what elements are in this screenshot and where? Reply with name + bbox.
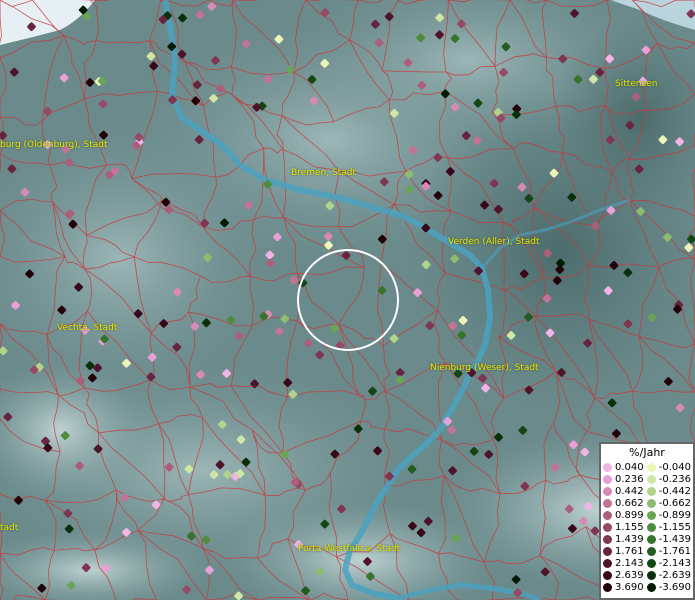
legend-row-pos: 0.899 — [603, 509, 644, 521]
legend-value: 1.155 — [615, 521, 644, 533]
legend-value: -0.899 — [658, 509, 691, 521]
legend-row-neg: -2.143 — [646, 557, 691, 569]
legend-swatch — [603, 582, 612, 592]
place-label-vechta: Vechta, Stadt — [57, 323, 118, 333]
map-base — [0, 0, 695, 600]
legend-swatch — [646, 546, 656, 556]
map-view[interactable]: burg (Oldenburg), Stadt Bremen, Stadt Si… — [0, 0, 695, 600]
legend-row-neg: -1.155 — [646, 521, 691, 533]
legend-swatch — [603, 462, 612, 472]
legend-value: -0.236 — [658, 473, 691, 485]
legend-value: 2.143 — [615, 557, 644, 569]
legend-swatch — [603, 474, 612, 484]
legend-value: -2.639 — [658, 569, 691, 581]
legend-swatch — [646, 474, 656, 484]
legend-title: %/Jahr — [629, 446, 665, 459]
legend-row-pos: 1.155 — [603, 521, 644, 533]
legend-swatch — [646, 510, 656, 520]
legend-negative-column: -0.040 -0.236 -0.442 -0.662 -0.899 -1.15… — [646, 461, 691, 593]
map-legend: %/Jahr 0.040 0.236 0.442 0.662 0.899 1.1… — [599, 442, 695, 600]
legend-swatch — [603, 498, 612, 508]
legend-row-neg: -0.662 — [646, 497, 691, 509]
legend-value: -1.155 — [658, 521, 691, 533]
legend-row-neg: -1.439 — [646, 533, 691, 545]
legend-swatch — [603, 570, 612, 580]
place-label-oldenburg: burg (Oldenburg), Stadt — [0, 140, 108, 150]
legend-swatch — [646, 570, 656, 580]
place-label-porta-westfalica: Porta Westfalica, Stadt — [298, 544, 401, 554]
legend-row-neg: -1.761 — [646, 545, 691, 557]
legend-value: -1.439 — [658, 533, 691, 545]
legend-row-pos: 1.761 — [603, 545, 644, 557]
legend-swatch — [603, 546, 612, 556]
legend-value: 0.442 — [615, 485, 644, 497]
legend-value: 1.761 — [615, 545, 644, 557]
legend-value: -0.040 — [658, 461, 691, 473]
legend-row-pos: 3.690 — [603, 581, 644, 593]
legend-value: -1.761 — [658, 545, 691, 557]
legend-value: 0.662 — [615, 497, 644, 509]
legend-swatch — [603, 534, 612, 544]
place-label-bremen: Bremen, Stadt — [291, 168, 356, 178]
legend-row-neg: -0.236 — [646, 473, 691, 485]
legend-row-neg: -0.442 — [646, 485, 691, 497]
place-label-sittensen: Sittensen — [615, 79, 658, 89]
legend-value: 3.690 — [615, 581, 644, 593]
legend-row-pos: 0.236 — [603, 473, 644, 485]
legend-row-pos: 2.639 — [603, 569, 644, 581]
legend-swatch — [646, 558, 656, 568]
place-label-nienburg: Nienburg (Weser), Stadt — [430, 363, 539, 373]
legend-row-neg: -3.690 — [646, 581, 691, 593]
legend-swatch — [646, 486, 656, 496]
legend-swatch — [603, 558, 612, 568]
legend-value: 0.899 — [615, 509, 644, 521]
legend-swatch — [646, 522, 656, 532]
legend-swatch — [646, 582, 656, 592]
place-label-verden: Verden (Aller), Stadt — [448, 237, 540, 247]
legend-value: 0.040 — [615, 461, 644, 473]
place-label-stadt-left: tadt — [0, 523, 19, 533]
legend-row-neg: -0.040 — [646, 461, 691, 473]
legend-swatch — [603, 510, 612, 520]
legend-swatch — [646, 462, 656, 472]
legend-value: 0.236 — [615, 473, 644, 485]
legend-value: -3.690 — [658, 581, 691, 593]
legend-row-pos: 0.662 — [603, 497, 644, 509]
legend-swatch — [603, 522, 612, 532]
legend-row-pos: 1.439 — [603, 533, 644, 545]
legend-row-pos: 0.442 — [603, 485, 644, 497]
legend-row-pos: 0.040 — [603, 461, 644, 473]
legend-row-neg: -0.899 — [646, 509, 691, 521]
legend-value: 2.639 — [615, 569, 644, 581]
legend-swatch — [603, 486, 612, 496]
legend-value: -0.662 — [658, 497, 691, 509]
legend-positive-column: 0.040 0.236 0.442 0.662 0.899 1.155 1.43… — [603, 461, 644, 593]
legend-value: -0.442 — [658, 485, 691, 497]
legend-swatch — [646, 534, 656, 544]
legend-value: 1.439 — [615, 533, 644, 545]
legend-row-neg: -2.639 — [646, 569, 691, 581]
legend-value: -2.143 — [658, 557, 691, 569]
legend-swatch — [646, 498, 656, 508]
legend-row-pos: 2.143 — [603, 557, 644, 569]
